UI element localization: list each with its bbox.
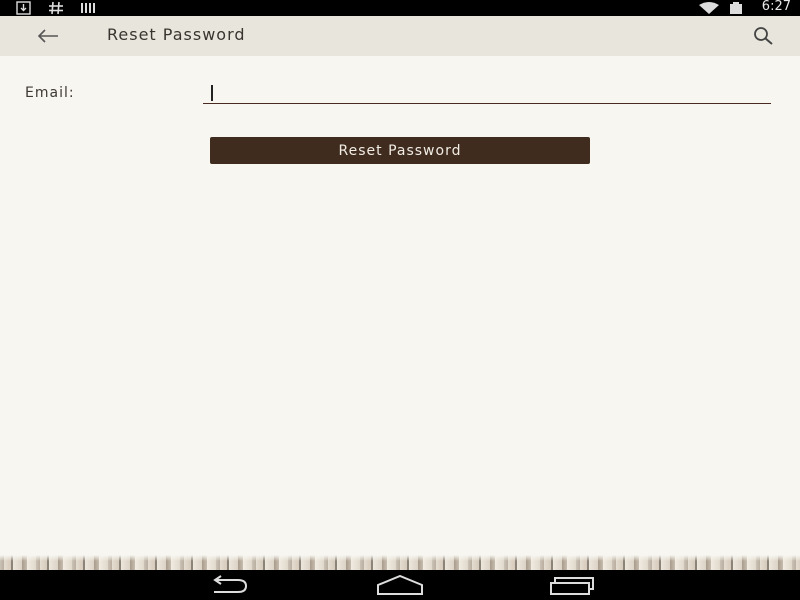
text-cursor bbox=[211, 85, 213, 101]
arrow-left-icon[interactable] bbox=[34, 26, 62, 46]
wifi-icon bbox=[699, 2, 719, 14]
home-nav-icon[interactable] bbox=[376, 575, 424, 595]
system-nav-bar bbox=[0, 570, 800, 600]
recents-nav-icon[interactable] bbox=[549, 575, 595, 595]
reset-password-button[interactable]: Reset Password bbox=[210, 137, 590, 164]
search-icon[interactable] bbox=[752, 25, 774, 47]
battery-icon bbox=[730, 2, 742, 14]
page-title: Reset Password bbox=[107, 25, 246, 44]
status-time: 6:27 bbox=[761, 0, 791, 14]
download-icon bbox=[16, 1, 31, 15]
email-label: Email: bbox=[25, 85, 75, 101]
email-field[interactable] bbox=[203, 80, 771, 104]
hash-icon bbox=[49, 1, 63, 15]
app-bar: Reset Password bbox=[0, 16, 800, 56]
back-nav-icon[interactable] bbox=[206, 575, 252, 595]
status-bar: 6:27 bbox=[0, 0, 800, 16]
signal-bars-icon bbox=[81, 3, 95, 13]
books-decoration bbox=[0, 555, 800, 570]
